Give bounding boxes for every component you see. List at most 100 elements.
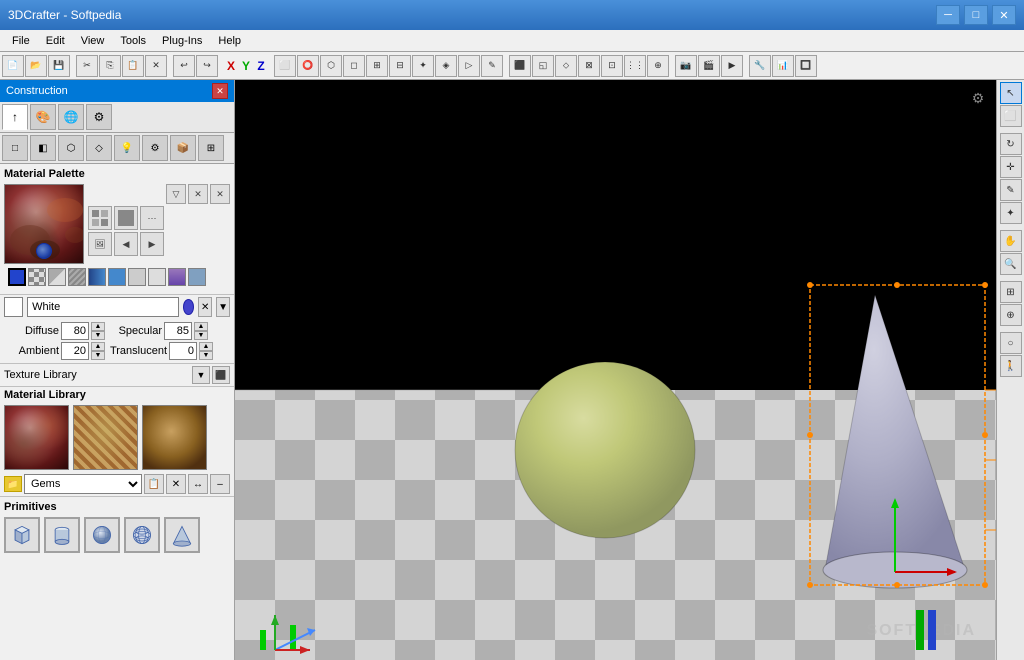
texture-solid-btn[interactable] (114, 206, 138, 230)
material-thumb-3[interactable] (142, 405, 207, 470)
menu-edit[interactable]: Edit (38, 33, 73, 49)
tb-btn-23[interactable]: 🔲 (795, 55, 817, 77)
menu-tools[interactable]: Tools (112, 33, 154, 49)
ambient-up[interactable]: ▲ (91, 342, 105, 351)
material-add-btn[interactable]: 📋 (144, 474, 164, 494)
tb-btn-11[interactable]: ⬛ (509, 55, 531, 77)
stab-cube3d[interactable]: ⬡ (58, 135, 84, 161)
menu-file[interactable]: File (4, 33, 38, 49)
ctab-arrow[interactable]: ↑ (2, 104, 28, 130)
save-button[interactable]: 💾 (48, 55, 70, 77)
specular-down[interactable]: ▼ (194, 331, 208, 340)
rt-hand-button[interactable]: ✋ (1000, 230, 1022, 252)
paste-button[interactable]: 📋 (122, 55, 144, 77)
rt-circle-button[interactable]: ○ (1000, 332, 1022, 354)
texture-img-btn1[interactable]: 🖼 (88, 232, 112, 256)
swatch-pattern[interactable] (68, 268, 86, 286)
tb-btn-12[interactable]: ◱ (532, 55, 554, 77)
tb-btn-3[interactable]: ⬡ (320, 55, 342, 77)
material-close-button[interactable]: ✕ (210, 184, 230, 204)
texture-library-expand[interactable]: ▼ (192, 366, 210, 384)
ctab-globe[interactable]: 🌐 (58, 104, 84, 130)
tb-btn-6[interactable]: ⊟ (389, 55, 411, 77)
tb-btn-7[interactable]: ✦ (412, 55, 434, 77)
menu-help[interactable]: Help (210, 33, 249, 49)
rt-brush-button[interactable]: ✦ (1000, 202, 1022, 224)
tb-btn-10[interactable]: ✎ (481, 55, 503, 77)
tb-btn-15[interactable]: ⊡ (601, 55, 623, 77)
stab-plane[interactable]: □ (2, 135, 28, 161)
primitive-grid-sphere-button[interactable] (124, 517, 160, 553)
tb-btn-9[interactable]: ▷ (458, 55, 480, 77)
undo-button[interactable]: ↩ (173, 55, 195, 77)
texture-library-window[interactable]: ⬛ (212, 366, 230, 384)
redo-button[interactable]: ↪ (196, 55, 218, 77)
specular-up[interactable]: ▲ (194, 322, 208, 331)
swatch-sky[interactable] (108, 268, 126, 286)
ambient-down[interactable]: ▼ (91, 351, 105, 360)
tb-btn-20[interactable]: ▶ (721, 55, 743, 77)
delete-button[interactable]: ✕ (145, 55, 167, 77)
texture-left-btn[interactable]: ◀ (114, 232, 138, 256)
close-button[interactable]: ✕ (992, 5, 1016, 25)
menu-plugins[interactable]: Plug-Ins (154, 33, 210, 49)
open-button[interactable]: 📂 (25, 55, 47, 77)
primitive-cube-button[interactable] (4, 517, 40, 553)
texture-more-btn[interactable]: ⋯ (140, 206, 164, 230)
minimize-button[interactable]: ─ (936, 5, 960, 25)
material-filter-button[interactable]: ▽ (166, 184, 186, 204)
tb-btn-16[interactable]: ⋮⋮ (624, 55, 646, 77)
stab-package[interactable]: 📦 (170, 135, 196, 161)
ctab-color[interactable]: 🎨 (30, 104, 56, 130)
tb-btn-18[interactable]: 📷 (675, 55, 697, 77)
construction-close-button[interactable]: ✕ (212, 83, 228, 99)
swatch-checker[interactable] (28, 268, 46, 286)
swatch-purple[interactable] (168, 268, 186, 286)
swatch-steel[interactable] (188, 268, 206, 286)
copy-button[interactable]: ⎘ (99, 55, 121, 77)
stab-gear[interactable]: ⚙ (142, 135, 168, 161)
cut-button[interactable]: ✂ (76, 55, 98, 77)
material-category-dropdown[interactable]: Gems Metals Stone Wood Fabric (24, 474, 142, 494)
tb-btn-2[interactable]: ⭕ (297, 55, 319, 77)
stab-light[interactable]: 💡 (114, 135, 140, 161)
texture-right-btn[interactable]: ▶ (140, 232, 164, 256)
material-menu-btn[interactable]: ▼ (216, 297, 230, 317)
tb-btn-5[interactable]: ⊞ (366, 55, 388, 77)
rt-walk-button[interactable]: 🚶 (1000, 355, 1022, 377)
primitive-sphere-button[interactable] (84, 517, 120, 553)
tb-btn-8[interactable]: ◈ (435, 55, 457, 77)
material-clear-button[interactable]: ✕ (188, 184, 208, 204)
viewport[interactable]: ⚙ SOFTPEDIA (235, 80, 996, 660)
translucent-down[interactable]: ▼ (199, 351, 213, 360)
translucent-spinner[interactable]: ▲ ▼ (199, 342, 213, 360)
tb-btn-21[interactable]: 🔧 (749, 55, 771, 77)
material-thumb-2[interactable] (73, 405, 138, 470)
diffuse-down[interactable]: ▼ (91, 331, 105, 340)
swatch-half[interactable] (48, 268, 66, 286)
material-delete-btn[interactable]: ✕ (198, 297, 212, 317)
primitive-cylinder-button[interactable] (44, 517, 80, 553)
tb-btn-13[interactable]: ⬦ (555, 55, 577, 77)
tb-btn-22[interactable]: 📊 (772, 55, 794, 77)
swatch-blue2[interactable] (88, 268, 106, 286)
rt-snap-button[interactable]: ⊕ (1000, 304, 1022, 326)
menu-view[interactable]: View (73, 33, 113, 49)
tb-btn-17[interactable]: ⊕ (647, 55, 669, 77)
swatch-white[interactable] (128, 268, 146, 286)
specular-spinner[interactable]: ▲ ▼ (194, 322, 208, 340)
ctab-settings[interactable]: ⚙ (86, 104, 112, 130)
material-del-btn[interactable]: ✕ (166, 474, 186, 494)
rt-select-rect-button[interactable]: ⬜ (1000, 105, 1022, 127)
stab-diamond[interactable]: ◇ (86, 135, 112, 161)
new-button[interactable]: 📄 (2, 55, 24, 77)
viewport-settings-icon[interactable]: ⚙ (968, 88, 988, 108)
material-color-dot[interactable] (183, 299, 194, 315)
material-preview[interactable] (4, 184, 84, 264)
stab-box[interactable]: ◧ (30, 135, 56, 161)
rt-move-button[interactable]: ✛ (1000, 156, 1022, 178)
diffuse-spinner[interactable]: ▲ ▼ (91, 322, 105, 340)
swatch-blue[interactable] (8, 268, 26, 286)
translucent-up[interactable]: ▲ (199, 342, 213, 351)
material-thumb-1[interactable] (4, 405, 69, 470)
